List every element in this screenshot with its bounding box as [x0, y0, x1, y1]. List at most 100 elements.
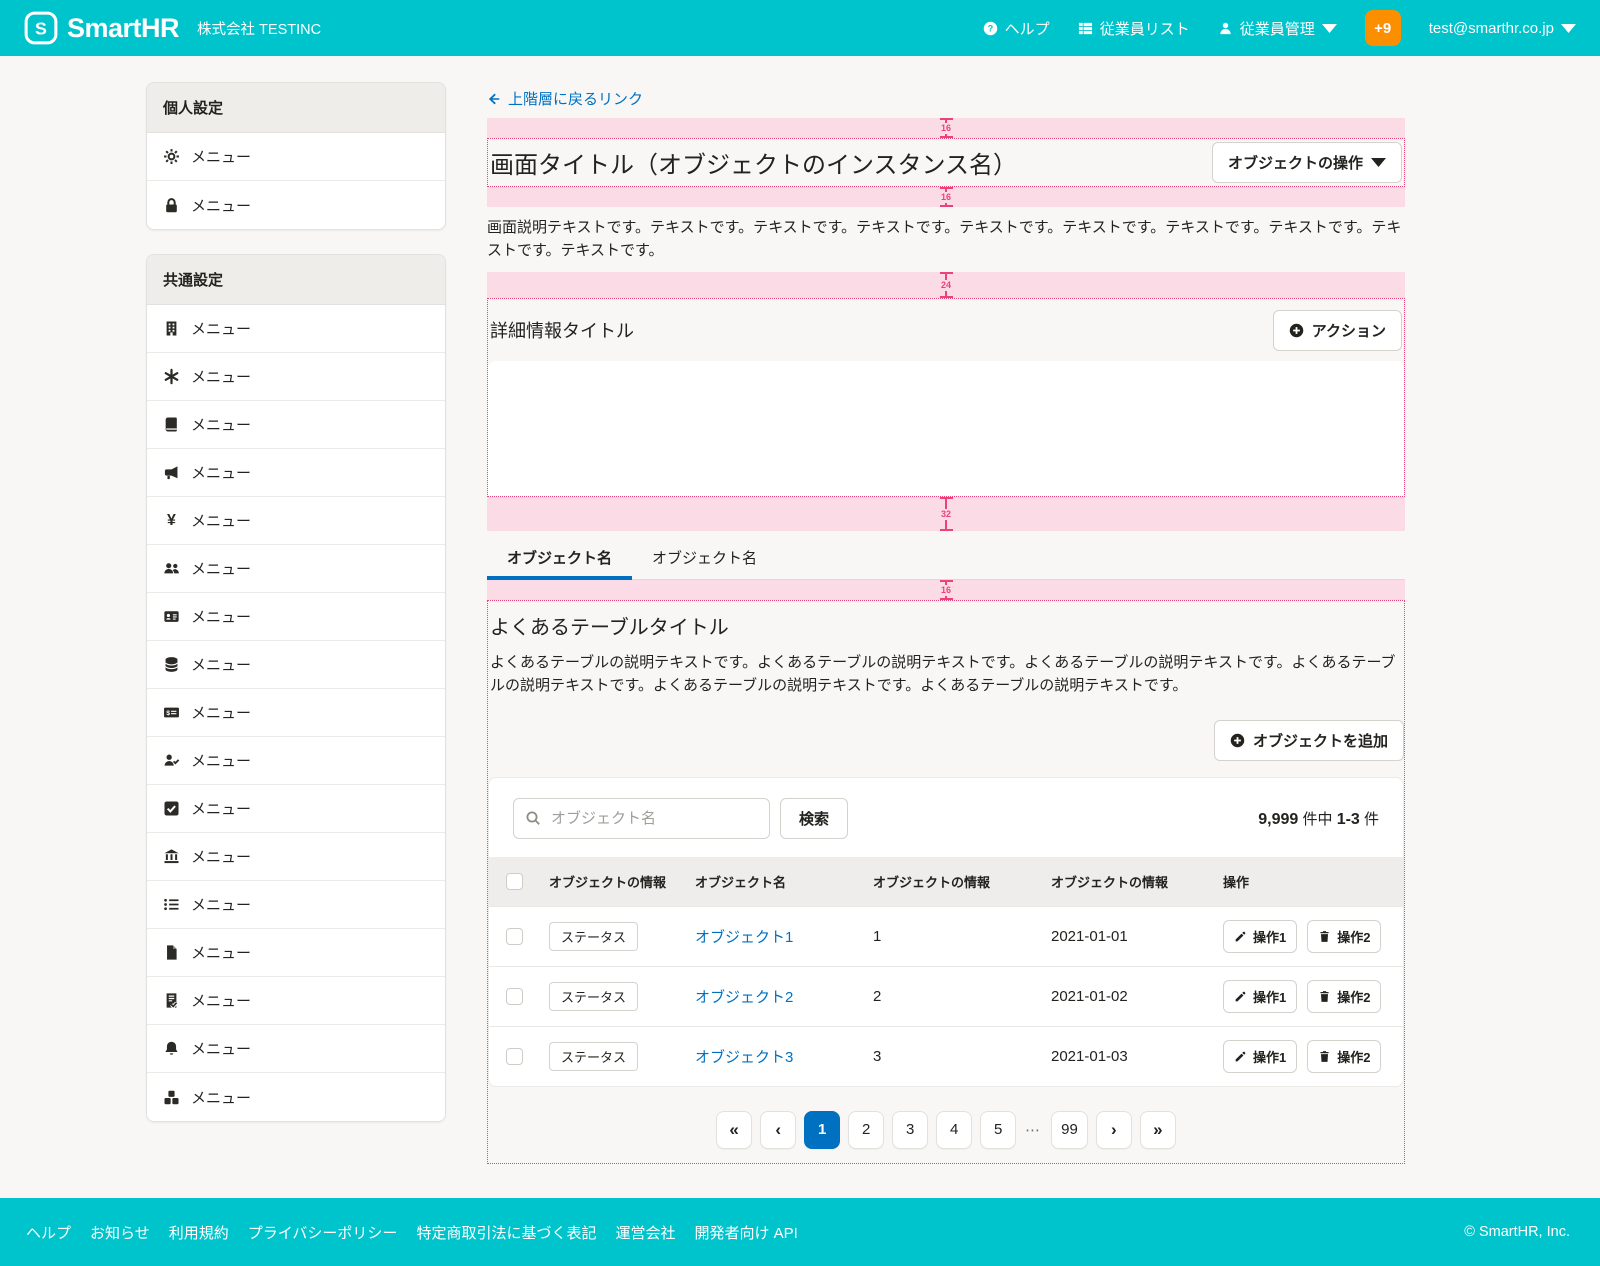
next-page-button[interactable]: ›	[1096, 1111, 1132, 1149]
sidebar-item-menu[interactable]: ¥メニュー	[147, 497, 445, 545]
sidebar-item-menu[interactable]: メニュー	[147, 305, 445, 353]
page-number-button[interactable]: 1	[804, 1111, 840, 1149]
sidebar-item-menu[interactable]: メニュー	[147, 881, 445, 929]
caret-down-icon	[1561, 21, 1576, 36]
svg-text:$: $	[166, 710, 170, 717]
sidebar-item-menu[interactable]: メニュー	[147, 641, 445, 689]
edit-button[interactable]: 操作1	[1223, 1040, 1297, 1073]
bullhorn-icon	[163, 464, 180, 481]
circle-plus-icon	[1289, 323, 1304, 338]
edit-button[interactable]: 操作1	[1223, 920, 1297, 953]
page-number-button[interactable]: 2	[848, 1111, 884, 1149]
back-link[interactable]: 上階層に戻るリンク	[487, 88, 643, 109]
employee-admin-dropdown[interactable]: 従業員管理	[1218, 18, 1337, 39]
row-checkbox[interactable]	[506, 988, 523, 1005]
building-icon	[163, 320, 180, 337]
sidebar-item-label: メニュー	[191, 798, 251, 819]
table-description: よくあるテーブルの説明テキストです。よくあるテーブルの説明テキストです。よくある…	[490, 651, 1402, 698]
row-checkbox[interactable]	[506, 1048, 523, 1065]
circle-plus-icon	[1230, 733, 1245, 748]
row-actions: 操作1 操作2	[1223, 1040, 1395, 1073]
sidebar-item-menu[interactable]: メニュー	[147, 1025, 445, 1073]
caret-down-icon	[1322, 21, 1337, 36]
object-date-cell: 2021-01-03	[1043, 1026, 1215, 1086]
last-page-button[interactable]: »	[1140, 1111, 1176, 1149]
search-row: 検索 9,999 件中 1-3 件	[489, 778, 1403, 857]
employee-admin-label: 従業員管理	[1240, 18, 1315, 39]
smarthr-logo[interactable]: S SmartHR	[24, 11, 179, 45]
prev-page-button[interactable]: ‹	[760, 1111, 796, 1149]
footer-link[interactable]: 特定商取引法に基づく表記	[416, 1222, 596, 1243]
footer-link[interactable]: 運営会社	[615, 1222, 675, 1243]
delete-button[interactable]: 操作2	[1307, 1040, 1381, 1073]
page-number-button[interactable]: 4	[936, 1111, 972, 1149]
column-header: 操作	[1215, 857, 1403, 907]
user-check-icon	[163, 752, 180, 769]
page-number-button[interactable]: 99	[1051, 1111, 1088, 1149]
help-link[interactable]: ? ヘルプ	[983, 18, 1050, 39]
footer-link[interactable]: ヘルプ	[26, 1222, 71, 1243]
arrow-left-icon	[487, 92, 501, 106]
notification-badge[interactable]: +9	[1365, 10, 1401, 46]
column-header: オブジェクトの情報	[541, 857, 687, 907]
table-list-icon	[1078, 21, 1093, 36]
object-link[interactable]: オブジェクト3	[695, 1049, 793, 1066]
object-actions-dropdown[interactable]: オブジェクトの操作	[1212, 142, 1402, 183]
help-link-label: ヘルプ	[1005, 18, 1050, 39]
sidebar-item-menu[interactable]: メニュー	[147, 545, 445, 593]
page-number-button[interactable]: 3	[892, 1111, 928, 1149]
sidebar-item-menu[interactable]: メニュー	[147, 929, 445, 977]
money-check-icon: $	[163, 704, 180, 721]
action-label: 操作1	[1253, 987, 1286, 1006]
search-input[interactable]	[513, 798, 770, 839]
object-link[interactable]: オブジェクト1	[695, 929, 793, 946]
account-dropdown[interactable]: test@smarthr.co.jp	[1429, 20, 1576, 37]
action-label: 操作2	[1337, 927, 1370, 946]
sidebar-item-menu[interactable]: メニュー	[147, 401, 445, 449]
table-card: 検索 9,999 件中 1-3 件 オブジェクトの情報 オブジェク	[488, 777, 1404, 1087]
svg-text:S: S	[35, 18, 47, 38]
action-button[interactable]: アクション	[1273, 310, 1402, 351]
app-footer: ヘルプお知らせ利用規約プライバシーポリシー特定商取引法に基づく表記運営会社開発者…	[0, 1198, 1600, 1266]
detail-panel-title: 詳細情報タイトル	[490, 317, 634, 343]
delete-button[interactable]: 操作2	[1307, 920, 1381, 953]
object-table: オブジェクトの情報 オブジェクト名 オブジェクトの情報 オブジェクトの情報 操作…	[489, 857, 1403, 1086]
select-all-checkbox[interactable]	[506, 873, 523, 890]
sidebar-item-label: メニュー	[191, 606, 251, 627]
search-button[interactable]: 検索	[780, 798, 848, 839]
footer-link[interactable]: 開発者向け API	[694, 1222, 797, 1243]
sidebar-item-label: メニュー	[191, 750, 251, 771]
sidebar-item-menu[interactable]: メニュー	[147, 353, 445, 401]
sidebar-item-label: メニュー	[191, 654, 251, 675]
cubes-icon	[163, 1089, 180, 1106]
sidebar-item-menu[interactable]: メニュー	[147, 785, 445, 833]
sidebar-item-menu[interactable]: メニュー	[147, 449, 445, 497]
sidebar-item-menu[interactable]: メニュー	[147, 133, 445, 181]
database-icon	[163, 656, 180, 673]
tab-object-2[interactable]: オブジェクト名	[632, 534, 777, 580]
add-object-button[interactable]: オブジェクトを追加	[1214, 720, 1404, 761]
sidebar-item-label: メニュー	[191, 366, 251, 387]
header-nav: ? ヘルプ 従業員リスト 従業員管理 +9 test@smarthr.co.jp	[983, 10, 1576, 46]
sidebar-item-menu[interactable]: $メニュー	[147, 689, 445, 737]
employee-list-link[interactable]: 従業員リスト	[1078, 18, 1190, 39]
footer-link[interactable]: プライバシーポリシー	[248, 1222, 398, 1243]
sidebar-item-menu[interactable]: メニュー	[147, 977, 445, 1025]
page-number-button[interactable]: 5	[980, 1111, 1016, 1149]
tab-object-1[interactable]: オブジェクト名	[487, 534, 632, 580]
delete-button[interactable]: 操作2	[1307, 980, 1381, 1013]
sidebar-item-menu[interactable]: メニュー	[147, 737, 445, 785]
edit-button[interactable]: 操作1	[1223, 980, 1297, 1013]
sidebar-section: 共通設定メニューメニューメニューメニュー¥メニューメニューメニューメニュー$メニ…	[146, 254, 446, 1122]
object-link[interactable]: オブジェクト2	[695, 989, 793, 1006]
sidebar-item-menu[interactable]: メニュー	[147, 833, 445, 881]
asterisk-icon	[163, 368, 180, 385]
sidebar-item-menu[interactable]: メニュー	[147, 593, 445, 641]
footer-link[interactable]: 利用規約	[169, 1222, 229, 1243]
first-page-button[interactable]: «	[716, 1111, 752, 1149]
sidebar-item-menu[interactable]: メニュー	[147, 1073, 445, 1121]
employee-list-label: 従業員リスト	[1100, 18, 1190, 39]
row-checkbox[interactable]	[506, 928, 523, 945]
footer-link[interactable]: お知らせ	[90, 1222, 150, 1243]
sidebar-item-menu[interactable]: メニュー	[147, 181, 445, 229]
